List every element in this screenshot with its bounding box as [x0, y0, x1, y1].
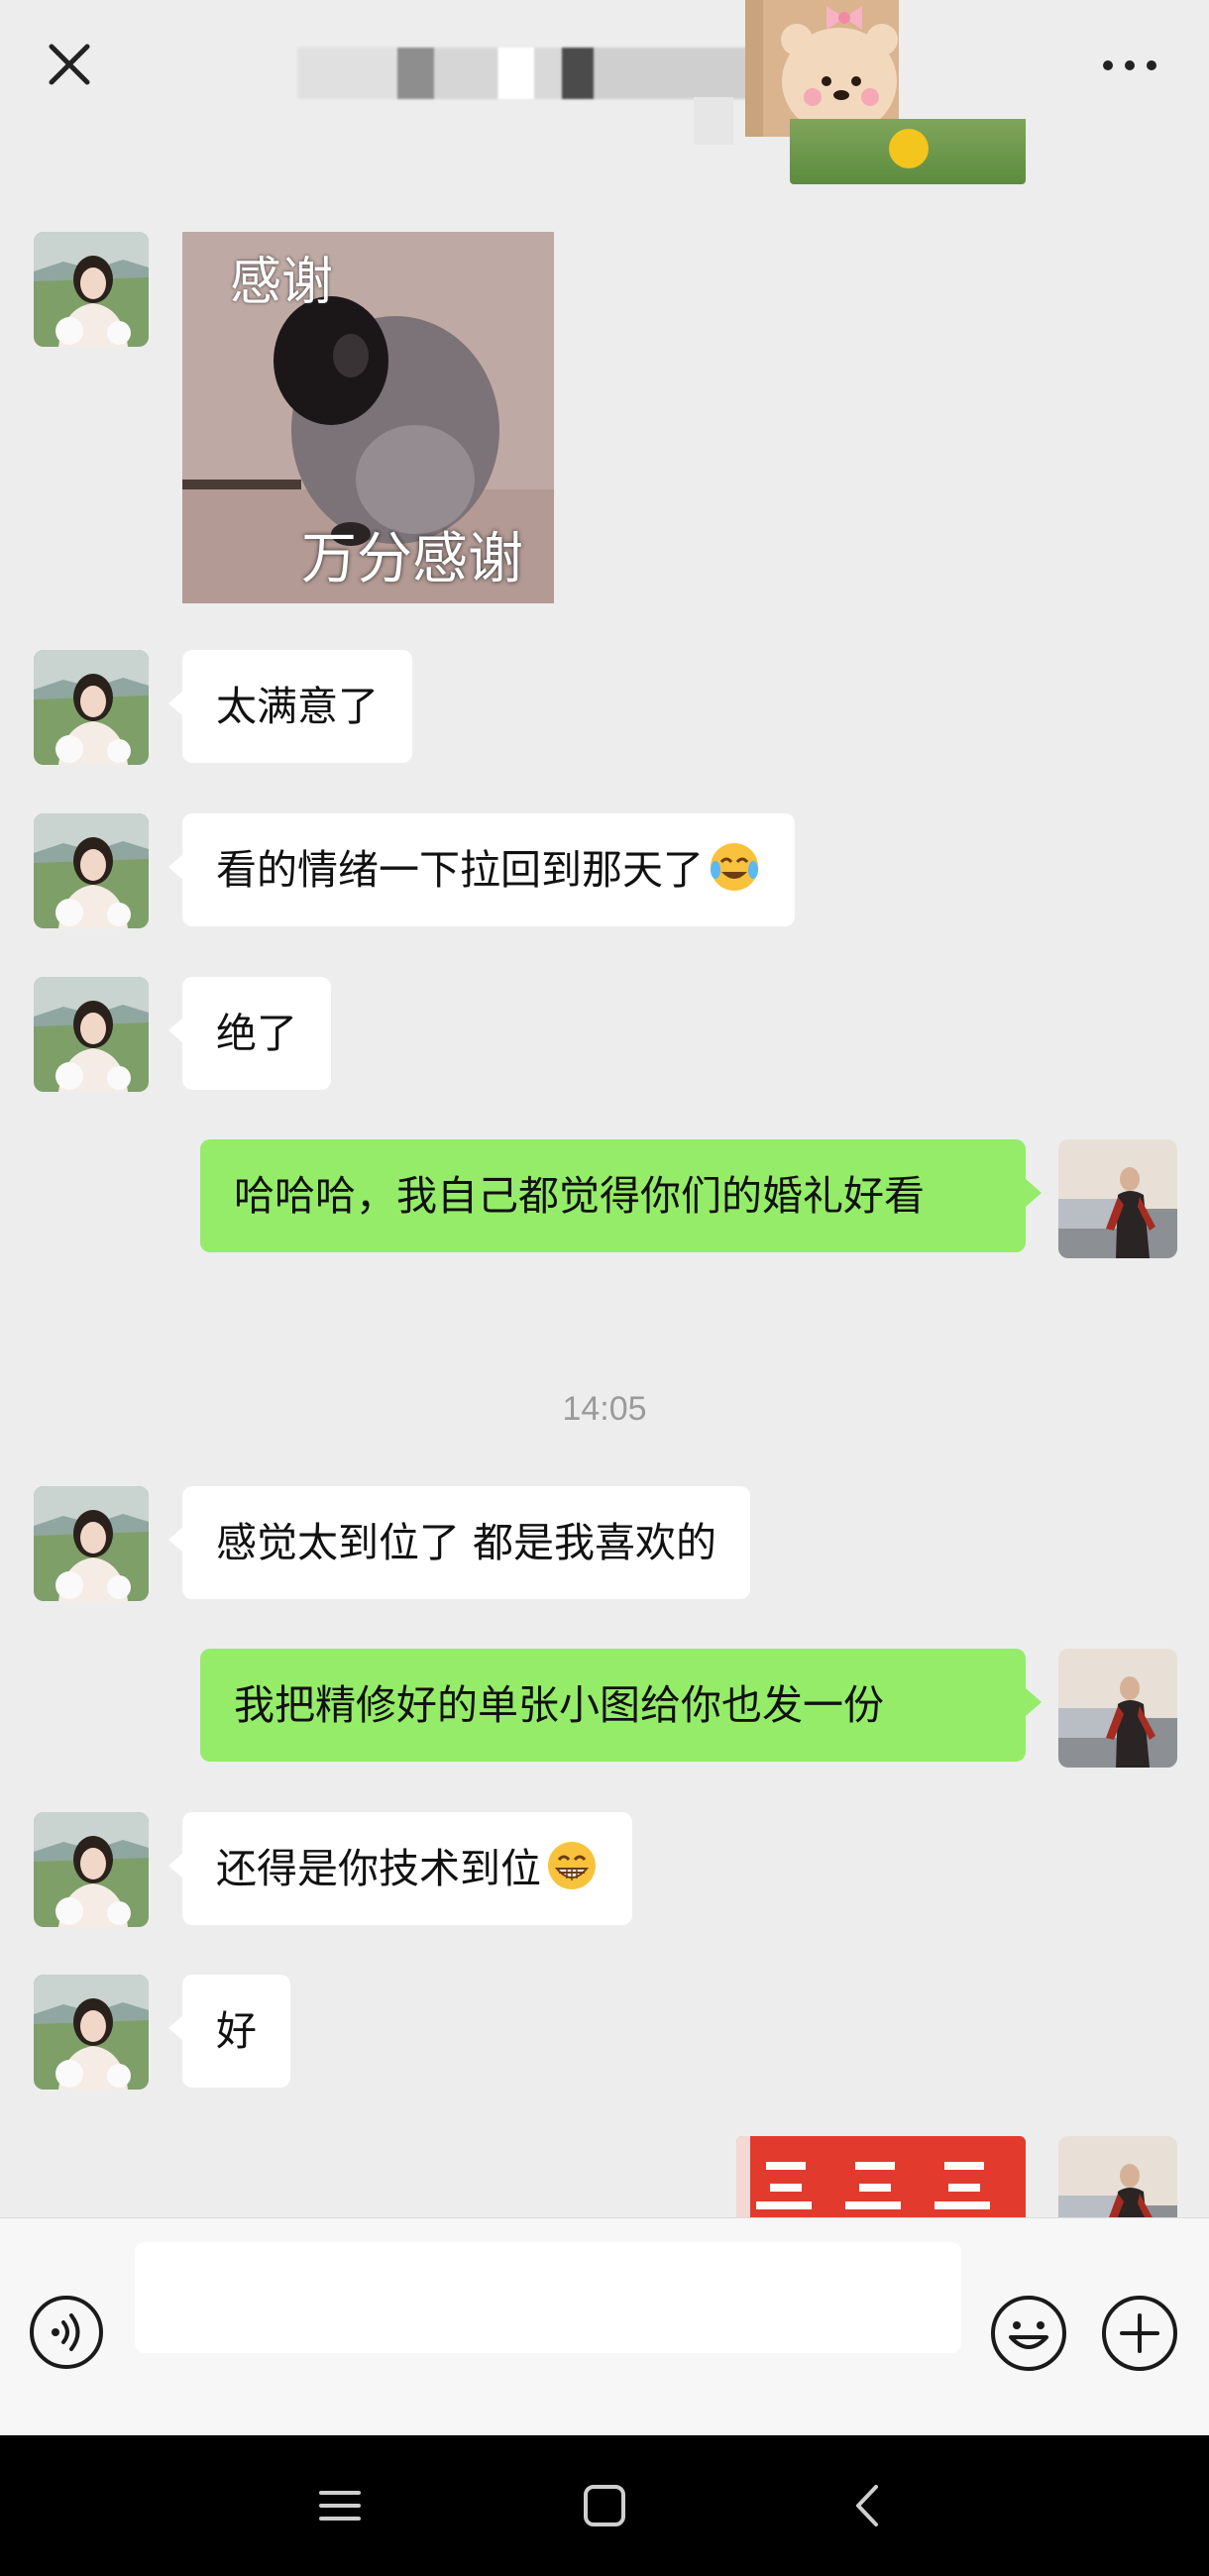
home-button[interactable]	[570, 2471, 639, 2540]
incoming-message-bubble[interactable]: 感觉太到位了 都是我喜欢的	[167, 1486, 751, 1599]
menu-icon	[319, 2491, 361, 2521]
message-text: 哈哈哈，我自己都觉得你们的婚礼好看	[234, 1172, 925, 1220]
message-text: 绝了	[216, 1010, 297, 1057]
incoming-message-bubble[interactable]: 太满意了	[168, 650, 412, 763]
incoming-message-bubble[interactable]: 还得是你技术到位	[168, 1812, 632, 1925]
close-icon	[49, 44, 90, 85]
message-text: 还得是你技术到位	[216, 1845, 541, 1892]
message-list[interactable]: 感谢 万分感谢 太满意了 看的情绪一下拉回到那天了 绝了 哈哈哈，我自己都觉得你…	[0, 127, 1209, 2217]
contact-avatar[interactable]	[34, 1486, 149, 1601]
plus-circle-icon	[1102, 2296, 1177, 2371]
chat-title-blurred	[297, 48, 753, 99]
back-nav-button[interactable]	[834, 2471, 904, 2540]
voice-icon	[30, 2296, 103, 2369]
contact-avatar[interactable]	[34, 813, 149, 928]
bear-icon	[745, 0, 899, 137]
contact-avatar[interactable]	[34, 650, 149, 765]
crying-laughing-emoji	[711, 843, 758, 891]
sticker-caption-bottom: 万分感谢	[301, 527, 523, 591]
message-text: 好	[216, 2007, 257, 2055]
more-functions-button[interactable]	[1100, 2294, 1179, 2373]
sticker-caption-top: 感谢	[230, 253, 334, 312]
contact-bear-avatar[interactable]	[745, 0, 899, 137]
system-navigation-bar	[0, 2435, 1209, 2576]
incoming-message-bubble[interactable]: 绝了	[168, 977, 331, 1090]
message-text: 太满意了	[216, 683, 379, 730]
contact-avatar[interactable]	[34, 1812, 149, 1927]
recent-apps-button[interactable]	[305, 2471, 375, 2540]
message-text: 感觉太到位了 都是我喜欢的	[216, 1519, 717, 1566]
more-horizontal-icon	[1103, 60, 1156, 70]
contact-avatar[interactable]	[34, 1975, 149, 2090]
red-image-thumbnail	[736, 2136, 1026, 2217]
voice-input-button[interactable]	[28, 2294, 105, 2371]
grinning-emoji	[548, 1842, 596, 1889]
message-text: 看的情绪一下拉回到那天了	[216, 846, 704, 894]
message-input-bar	[0, 2217, 1209, 2435]
back-button[interactable]	[30, 30, 109, 99]
contact-avatar[interactable]	[34, 977, 149, 1092]
outgoing-message-bubble[interactable]: 哈哈哈，我自己都觉得你们的婚礼好看	[200, 1139, 1042, 1252]
outgoing-image-message[interactable]	[736, 2136, 1026, 2217]
back-chevron-icon	[856, 2485, 878, 2526]
message-text-input[interactable]	[135, 2242, 961, 2353]
smiley-icon	[991, 2296, 1066, 2371]
message-text: 我把精修好的单张小图给你也发一份	[234, 1681, 884, 1729]
emoji-button[interactable]	[989, 2294, 1068, 2373]
my-avatar[interactable]	[1058, 2136, 1177, 2217]
chat-header	[0, 0, 1209, 184]
contact-avatar[interactable]	[34, 232, 149, 347]
incoming-message-bubble[interactable]: 看的情绪一下拉回到那天了	[168, 813, 795, 926]
my-avatar[interactable]	[1058, 1139, 1177, 1258]
message-timestamp: 14:05	[562, 1390, 647, 1428]
my-avatar[interactable]	[1058, 1649, 1177, 1768]
home-square-icon	[584, 2485, 625, 2526]
incoming-message-bubble[interactable]: 好	[168, 1975, 290, 2088]
outgoing-message-bubble[interactable]: 我把精修好的单张小图给你也发一份	[200, 1649, 1042, 1762]
more-options-button[interactable]	[1090, 36, 1169, 95]
sticker-message[interactable]: 感谢 万分感谢	[182, 232, 554, 603]
